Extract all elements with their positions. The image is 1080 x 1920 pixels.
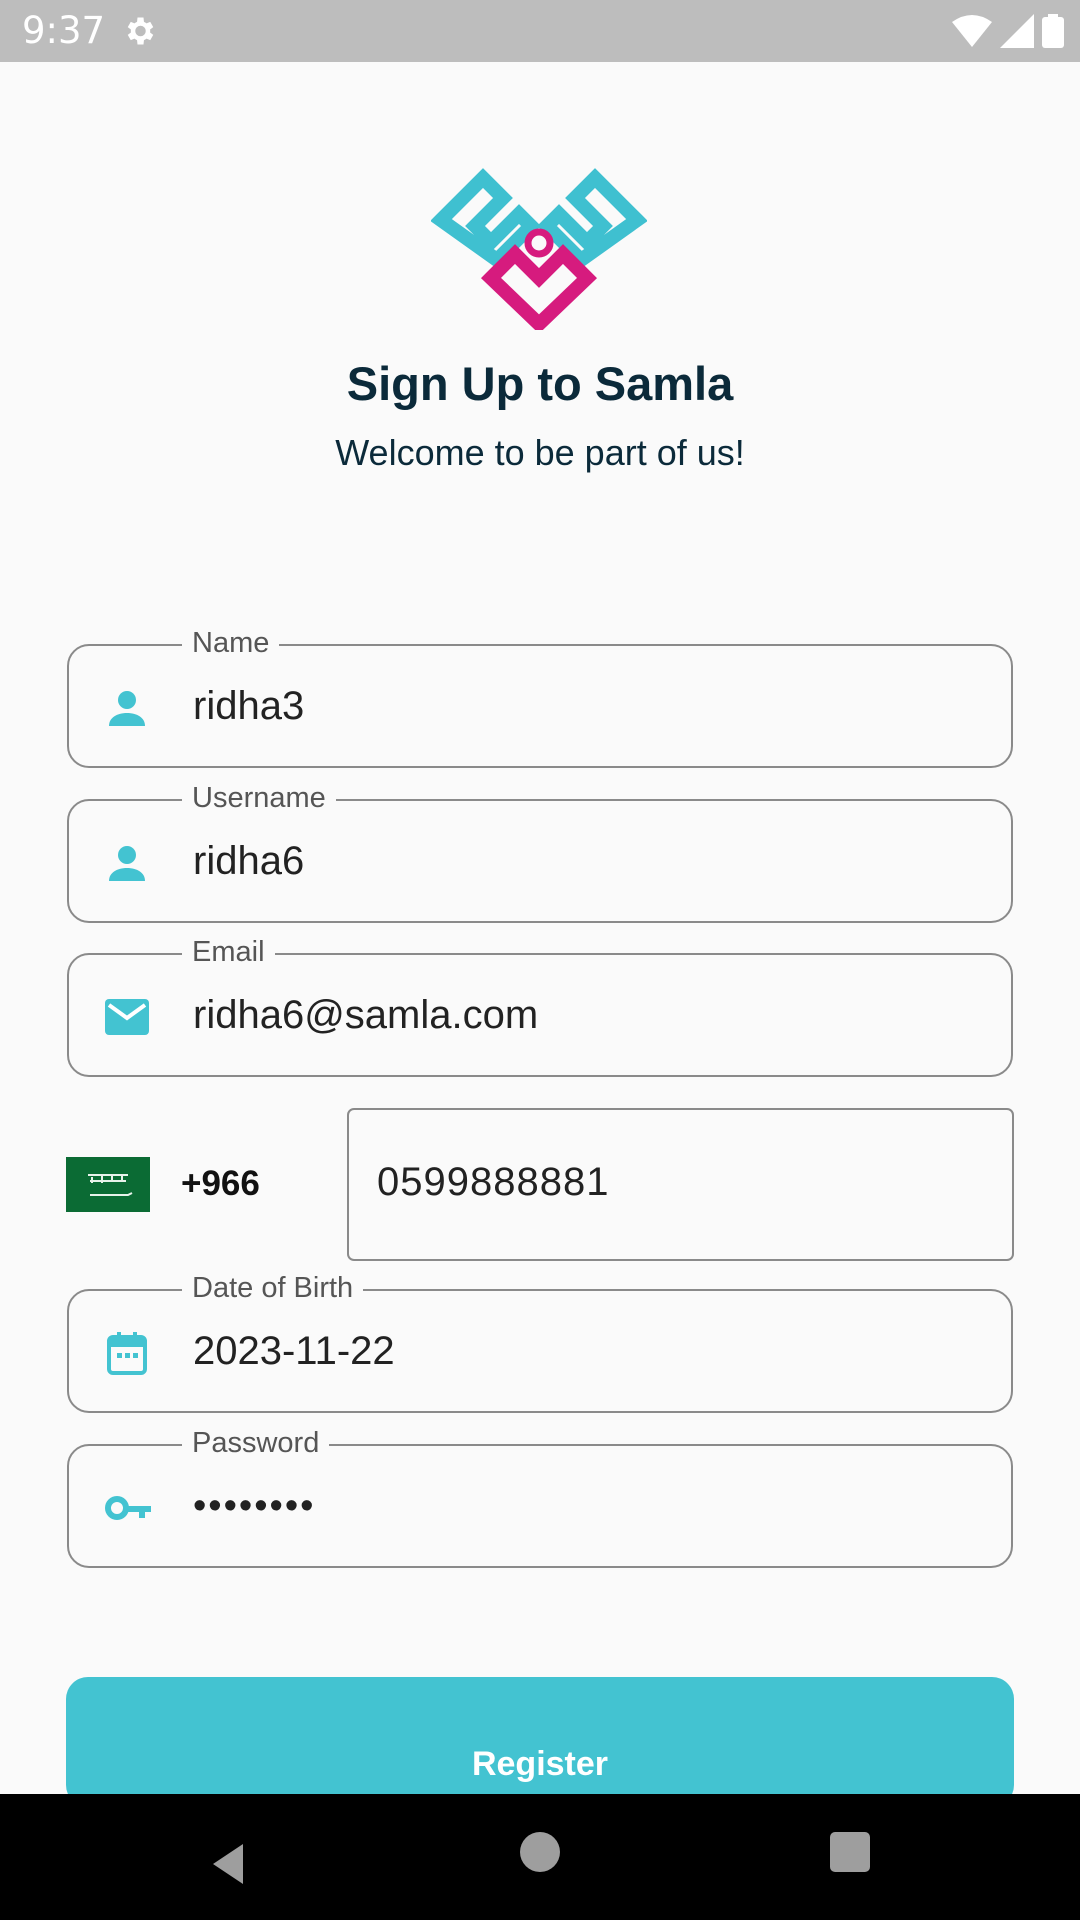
recents-icon[interactable] (830, 1832, 870, 1872)
page-title: Sign Up to Samla (346, 357, 734, 410)
country-code[interactable]: +966 (181, 1164, 260, 1204)
password-label: Password (182, 1424, 330, 1462)
dob-input[interactable]: 2023-11-22 (193, 1327, 395, 1375)
signal-icon (1000, 14, 1034, 48)
person-icon (109, 846, 145, 881)
email-field[interactable]: Email ridha6@samla.com (67, 933, 1013, 1077)
navigation-bar (0, 1794, 1080, 1920)
key-icon (105, 1496, 151, 1520)
status-bar: 9:37 (0, 0, 1080, 62)
status-time: 9:37 (22, 9, 106, 52)
email-input[interactable]: ridha6@samla.com (193, 991, 538, 1039)
gear-icon (127, 17, 154, 45)
name-label: Name (182, 624, 280, 662)
name-field[interactable]: Name ridha3 (67, 624, 1013, 768)
password-input[interactable]: •••••••• (193, 1482, 315, 1530)
person-icon (109, 691, 145, 726)
username-label: Username (182, 779, 336, 817)
calendar-icon (107, 1332, 147, 1375)
page-subtitle: Welcome to be part of us! (335, 432, 745, 473)
saudi-arabia-flag-icon[interactable] (66, 1157, 150, 1212)
phone-input[interactable]: 0599888881 (377, 1160, 609, 1205)
mail-icon (105, 999, 149, 1035)
dob-label: Date of Birth (182, 1269, 364, 1307)
username-field[interactable]: Username ridha6 (67, 779, 1013, 923)
samla-logo (431, 168, 647, 330)
status-icons (952, 14, 1064, 48)
register-button[interactable]: Register (66, 1677, 1014, 1807)
home-icon[interactable] (520, 1832, 560, 1872)
email-label: Email (182, 933, 275, 971)
battery-icon (1042, 14, 1064, 48)
username-input[interactable]: ridha6 (193, 837, 304, 885)
dob-field[interactable]: Date of Birth 2023-11-22 (67, 1269, 1013, 1413)
password-field[interactable]: Password •••••••• (67, 1424, 1013, 1568)
phone-field[interactable]: 0599888881 (347, 1108, 1014, 1261)
back-icon[interactable] (205, 1834, 265, 1894)
wifi-icon (952, 15, 992, 47)
name-input[interactable]: ridha3 (193, 682, 304, 730)
